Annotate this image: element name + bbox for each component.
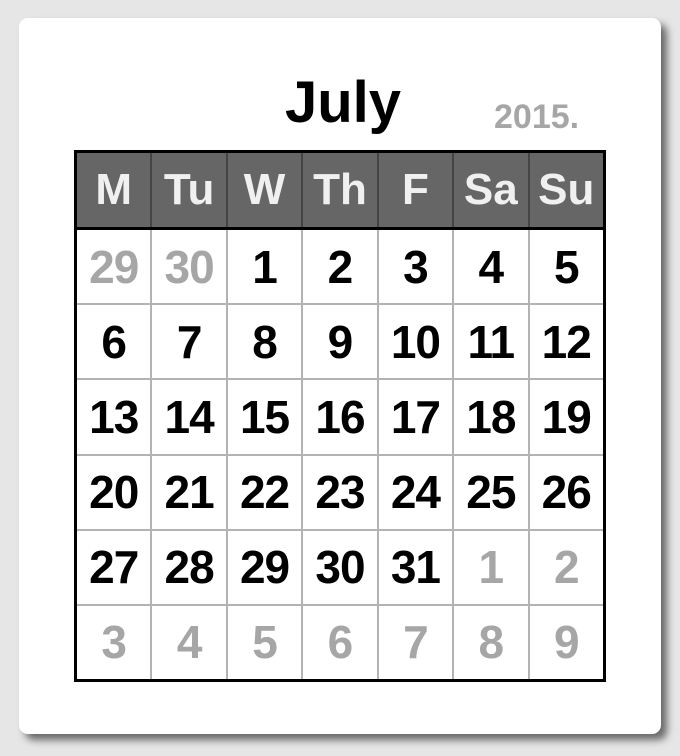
- day-cell-other-month[interactable]: 3: [77, 605, 153, 680]
- day-cell[interactable]: 8: [228, 305, 304, 379]
- day-cell[interactable]: 12: [530, 305, 603, 378]
- day-cell[interactable]: 2: [303, 230, 379, 304]
- weekday-saturday: Sa: [454, 153, 530, 227]
- day-cell[interactable]: 17: [379, 380, 455, 454]
- day-cell-other-month[interactable]: 5: [228, 605, 304, 680]
- week-row: 20 21 22 23 24 25 26: [77, 455, 603, 531]
- week-row: 3456789: [77, 605, 603, 680]
- day-cell[interactable]: 7: [152, 305, 228, 379]
- day-cell[interactable]: 1: [228, 230, 304, 304]
- day-cell[interactable]: 25: [454, 455, 530, 529]
- day-cell-other-month[interactable]: 1: [454, 530, 530, 604]
- day-cell[interactable]: 19: [530, 380, 603, 453]
- year-label: 2015.: [494, 98, 580, 136]
- day-cell[interactable]: 11: [454, 305, 530, 379]
- day-cell-other-month[interactable]: 6: [303, 605, 379, 680]
- month-title: July: [285, 70, 402, 135]
- weekday-tuesday: Tu: [152, 153, 228, 227]
- calendar-grid: M Tu W Th F Sa Su 29 30 1 2 3 4 5 6 7 8 9 10 11 12 13 1…: [74, 150, 606, 682]
- day-cell[interactable]: 30: [303, 530, 379, 604]
- week-row: 27 28 29 30 31 1 2: [77, 530, 603, 606]
- day-cell[interactable]: 23: [303, 455, 379, 529]
- day-cell[interactable]: 10: [379, 305, 455, 379]
- day-cell-other-month[interactable]: 9: [530, 606, 603, 679]
- weekday-friday: F: [379, 153, 455, 227]
- day-cell[interactable]: 29: [228, 530, 304, 604]
- day-cell[interactable]: 5: [530, 230, 603, 303]
- weekday-header: M Tu W Th F Sa Su: [77, 153, 603, 230]
- day-cell[interactable]: 13: [77, 380, 153, 454]
- week-row: 6 7 8 9 10 11 12: [77, 305, 603, 381]
- day-cell-other-month[interactable]: 7: [379, 605, 455, 680]
- day-cell-other-month[interactable]: 29: [77, 230, 153, 304]
- weeks-body: 29 30 1 2 3 4 5 6 7 8 9 10 11 12 13 14 15 16 17 18 19 20 21 22 2…: [77, 230, 603, 680]
- day-cell-other-month[interactable]: 8: [454, 605, 530, 680]
- day-cell[interactable]: 27: [77, 530, 153, 604]
- weekday-sunday: Su: [538, 165, 595, 214]
- day-cell-other-month[interactable]: 4: [152, 605, 228, 680]
- day-cell[interactable]: 22: [228, 455, 304, 529]
- weekday-monday: M: [77, 153, 153, 227]
- weekday-thursday: Th: [303, 153, 379, 227]
- day-cell[interactable]: 3: [379, 230, 455, 304]
- weekday-wednesday: W: [228, 153, 304, 227]
- week-row: 29 30 1 2 3 4 5: [77, 230, 603, 306]
- day-cell[interactable]: 16: [303, 380, 379, 454]
- day-cell[interactable]: 9: [303, 305, 379, 379]
- day-cell[interactable]: 21: [152, 455, 228, 529]
- day-cell[interactable]: 6: [77, 305, 153, 379]
- day-cell[interactable]: 31: [379, 530, 455, 604]
- day-cell[interactable]: 28: [152, 530, 228, 604]
- day-cell[interactable]: 15: [228, 380, 304, 454]
- day-cell-other-month[interactable]: 30: [152, 230, 228, 304]
- day-cell[interactable]: 20: [77, 455, 153, 529]
- day-cell[interactable]: 4: [454, 230, 530, 304]
- day-cell[interactable]: 26: [530, 456, 603, 529]
- week-row: 13 14 15 16 17 18 19: [77, 380, 603, 456]
- day-cell[interactable]: 24: [379, 455, 455, 529]
- day-cell[interactable]: 14: [152, 380, 228, 454]
- day-cell-other-month[interactable]: 2: [530, 531, 603, 604]
- day-cell[interactable]: 18: [454, 380, 530, 454]
